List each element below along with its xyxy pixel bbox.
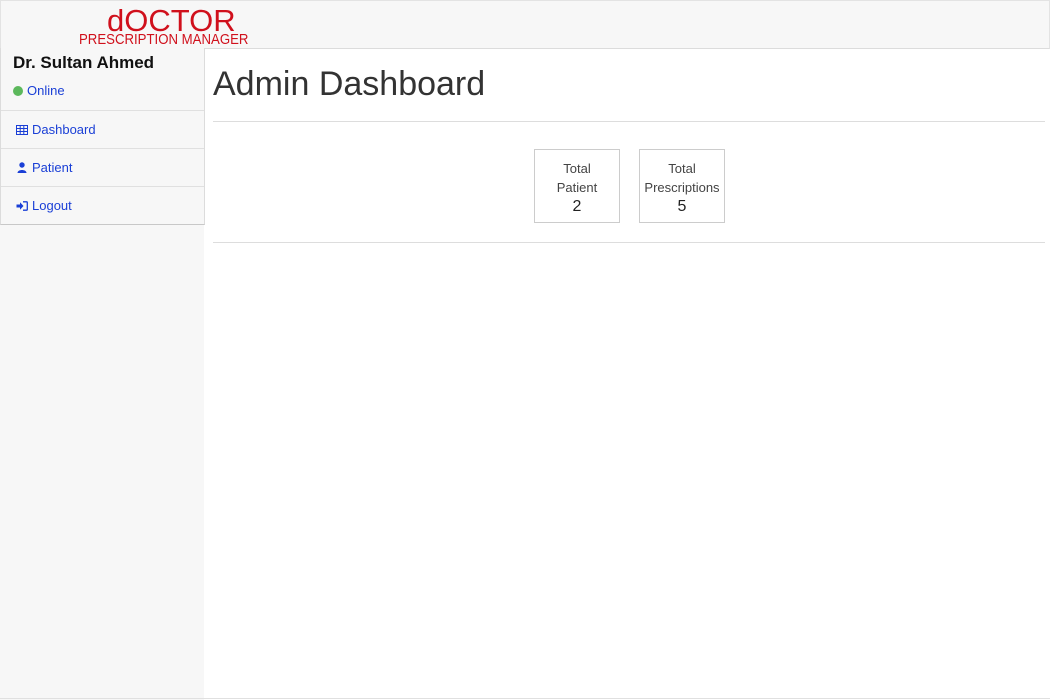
stat-label-line2: Prescriptions [644, 180, 720, 195]
sidebar-item-dashboard[interactable]: Dashboard [1, 111, 204, 149]
stat-value: 5 [677, 198, 687, 215]
sidebar-item-patient[interactable]: Patient [1, 149, 204, 187]
stat-card-total-prescriptions[interactable]: Total Prescriptions 5 [639, 149, 725, 223]
doctor-name: Dr. Sultan Ahmed [13, 53, 155, 72]
stat-label-line1: Total [668, 161, 696, 176]
top-header: dOCTOR PRESCRIPTION MANAGER [0, 0, 1050, 49]
stat-value: 2 [572, 198, 582, 215]
sidebar-item-label: Dashboard [32, 122, 96, 137]
user-icon [15, 162, 29, 174]
status-label: Online [27, 83, 65, 98]
sign-in-icon [15, 200, 29, 212]
page-bottom-border [0, 698, 1050, 699]
status-dot-icon [13, 85, 23, 96]
sidebar-item-logout[interactable]: Logout [1, 187, 204, 224]
page-title: Admin Dashboard [213, 65, 486, 103]
main-content: Admin Dashboard Total Patient 2 Total Pr… [213, 48, 1045, 243]
doctor-profile: Dr. Sultan Ahmed Online [1, 48, 204, 111]
sidebar-item-label: Logout [32, 198, 72, 213]
divider-top [213, 121, 1045, 122]
sidebar-item-label: Patient [32, 160, 73, 175]
divider-bottom [213, 242, 1045, 243]
app-logo[interactable]: dOCTOR PRESCRIPTION MANAGER [79, 5, 269, 49]
stat-label-line2: Patient [556, 180, 598, 195]
stat-card-total-patient[interactable]: Total Patient 2 [534, 149, 620, 223]
online-status: Online [13, 83, 65, 98]
stats-row: Total Patient 2 Total Prescriptions 5 [534, 149, 725, 223]
stat-label-line1: Total [563, 161, 591, 176]
table-icon [15, 124, 29, 136]
logo-sub-text: PRESCRIPTION MANAGER [79, 31, 249, 48]
sidebar: Dr. Sultan Ahmed Online Dashboard Patien… [0, 48, 205, 225]
